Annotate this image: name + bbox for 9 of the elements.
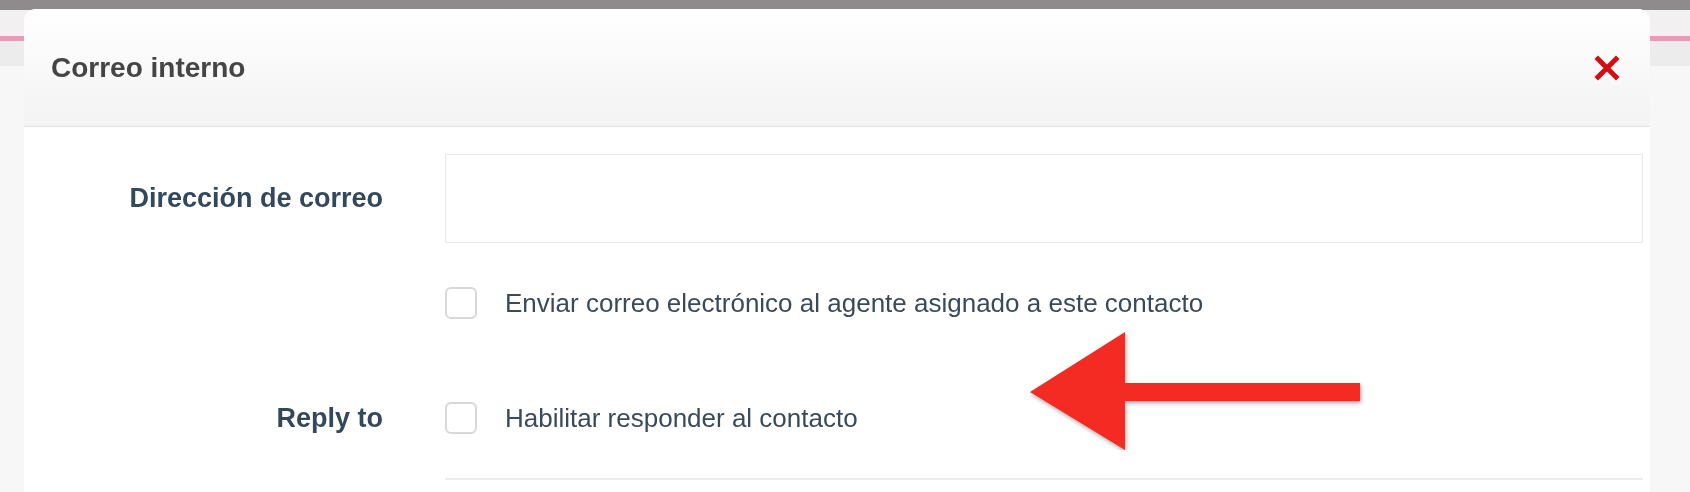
field-label: Dirección de correo [129, 183, 383, 214]
checkbox[interactable] [445, 287, 477, 319]
checkbox-label: Enviar correo electrónico al agente asignado a este contacto [505, 287, 1204, 319]
email-input-field[interactable] [445, 154, 1643, 243]
close-icon[interactable] [1594, 54, 1620, 81]
checkbox[interactable] [445, 402, 477, 434]
field-label: Reply to [276, 402, 383, 434]
checkbox-label: Habilitar responder al contacto [505, 402, 858, 434]
dialog-title: Correo interno [51, 51, 246, 84]
